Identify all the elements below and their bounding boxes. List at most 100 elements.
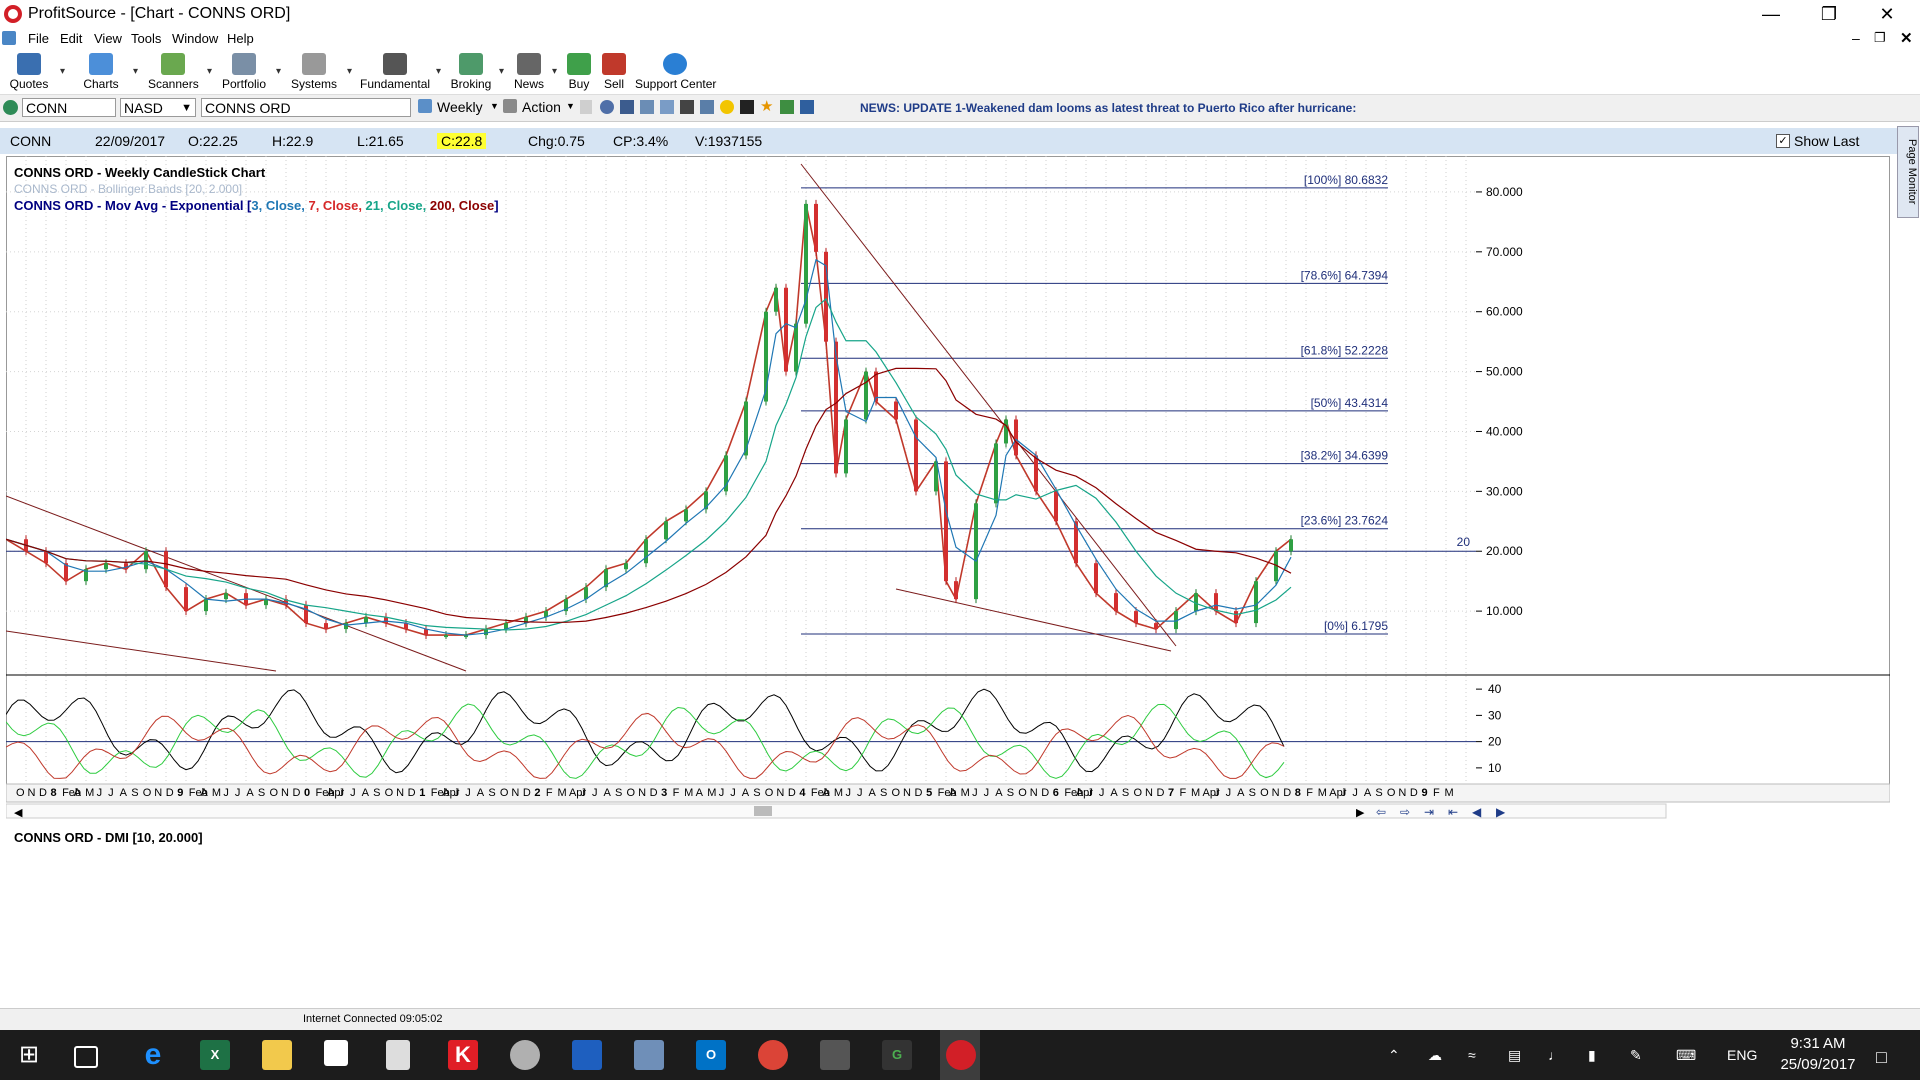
- fundamental-dropdown-icon[interactable]: ▾: [436, 66, 441, 77]
- alert-bulb-icon[interactable]: [720, 100, 734, 114]
- edge-icon[interactable]: e: [138, 1040, 168, 1070]
- profitsource-logo-icon: [4, 5, 22, 23]
- scanners-dropdown-icon[interactable]: ▾: [207, 66, 212, 77]
- close-icon[interactable]: ✕: [1864, 2, 1910, 26]
- copy-tool-icon[interactable]: [660, 100, 674, 114]
- zoom-tool-icon[interactable]: [620, 100, 634, 114]
- calculator-icon[interactable]: [386, 1040, 410, 1070]
- page-monitor-tab[interactable]: Page Monitor: [1897, 126, 1919, 218]
- x-tick-label: S: [880, 787, 887, 799]
- chart-navigation-icon[interactable]: ⇤: [1448, 805, 1458, 819]
- clock-time[interactable]: 9:31 AM: [1778, 1035, 1858, 1052]
- go-icon[interactable]: [3, 100, 18, 115]
- blank-tool-icon[interactable]: [580, 100, 592, 114]
- task-view-icon[interactable]: [74, 1046, 98, 1068]
- camera-app-icon[interactable]: [820, 1040, 850, 1070]
- menu-edit[interactable]: Edit: [60, 31, 82, 46]
- print-tool-icon[interactable]: [640, 100, 654, 114]
- keyboard-icon[interactable]: ⌨: [1676, 1047, 1696, 1064]
- price-chart[interactable]: 80.000 70.000 60.000 50.000 40.000 30.000 20.0…: [5, 156, 1891, 996]
- scanners-button[interactable]: Scanners: [148, 50, 199, 94]
- security-name-field[interactable]: CONNS ORD: [201, 98, 411, 117]
- chart-navigation-icon[interactable]: ⇨: [1400, 805, 1410, 819]
- news-ticker[interactable]: NEWS: UPDATE 1-Weakened dam looms as lat…: [860, 101, 1356, 115]
- menu-help[interactable]: Help: [227, 31, 254, 46]
- quotes-dropdown-icon[interactable]: ▾: [60, 66, 65, 77]
- x-tick-label: F: [673, 787, 680, 799]
- systems-button[interactable]: Systems: [290, 50, 338, 94]
- tray-device-icon[interactable]: ▤: [1508, 1047, 1521, 1064]
- mdi-restore-icon[interactable]: ❐: [1874, 30, 1886, 46]
- pen-icon[interactable]: ✎: [1630, 1047, 1642, 1064]
- menu-view[interactable]: View: [94, 31, 122, 46]
- x-tick-label: D: [523, 787, 531, 799]
- binoculars-icon[interactable]: [740, 100, 754, 114]
- chart-navigation-icon[interactable]: ◀: [1472, 805, 1482, 819]
- sell-button[interactable]: Sell: [600, 50, 628, 94]
- action-dropdown[interactable]: Action: [522, 99, 561, 115]
- candle-body: [364, 617, 368, 624]
- wifi-icon[interactable]: ≈: [1468, 1047, 1476, 1063]
- period-dropdown-icon[interactable]: ▼: [490, 101, 499, 111]
- x-tick-label: J: [719, 787, 725, 799]
- symbol-input[interactable]: CONN: [22, 98, 116, 117]
- period-dropdown[interactable]: Weekly: [437, 99, 483, 115]
- tray-app-icon[interactable]: ☁: [1428, 1047, 1442, 1064]
- menu-window[interactable]: Window: [172, 31, 218, 46]
- broking-button[interactable]: Broking: [450, 50, 492, 94]
- portfolio-button[interactable]: Portfolio: [220, 50, 268, 94]
- fundamental-button[interactable]: Fundamental: [360, 50, 430, 94]
- x-tick-label: J: [1226, 787, 1232, 799]
- exchange-select[interactable]: NASD ▼: [120, 98, 196, 117]
- buy-button[interactable]: Buy: [565, 50, 593, 94]
- news-dropdown-icon[interactable]: ▾: [552, 66, 557, 77]
- outlook-icon[interactable]: O: [696, 1040, 726, 1070]
- volume-icon[interactable]: ♩: [1548, 1047, 1562, 1063]
- notifications-icon[interactable]: □: [1876, 1047, 1887, 1068]
- scroll-right-icon[interactable]: ▶: [1356, 807, 1365, 819]
- kaspersky-icon[interactable]: K: [448, 1040, 478, 1070]
- crosshair-icon[interactable]: [600, 100, 614, 114]
- portfolio-dropdown-icon[interactable]: ▾: [276, 66, 281, 77]
- restore-icon[interactable]: ❐: [1806, 2, 1852, 26]
- globe-app-icon[interactable]: [510, 1040, 540, 1070]
- file-explorer-icon[interactable]: [262, 1040, 292, 1070]
- mdi-close-icon[interactable]: ✕: [1900, 29, 1913, 47]
- draw-tool-icon[interactable]: [680, 100, 694, 114]
- menu-tools[interactable]: Tools: [131, 31, 161, 46]
- chrome-icon[interactable]: [758, 1040, 788, 1070]
- broking-dropdown-icon[interactable]: ▾: [499, 66, 504, 77]
- language-indicator[interactable]: ENG: [1727, 1047, 1757, 1063]
- chart-navigation-icon[interactable]: ⇥: [1424, 805, 1434, 819]
- go-app-icon[interactable]: G: [882, 1040, 912, 1070]
- charts-dropdown-icon[interactable]: ▾: [133, 66, 138, 77]
- systems-dropdown-icon[interactable]: ▾: [347, 66, 352, 77]
- windows-start-icon[interactable]: ⊞: [14, 1040, 44, 1070]
- network-app-icon[interactable]: [634, 1040, 664, 1070]
- store-icon[interactable]: [324, 1040, 348, 1066]
- defender-icon[interactable]: [572, 1040, 602, 1070]
- star-icon[interactable]: ★: [760, 99, 774, 114]
- x-tick-label: N: [1398, 787, 1406, 799]
- chart-area[interactable]: 80.000 70.000 60.000 50.000 40.000 30.000 20.0…: [5, 156, 1891, 996]
- excel-icon[interactable]: X: [200, 1040, 230, 1070]
- line-tool-icon[interactable]: [700, 100, 714, 114]
- support-center-button[interactable]: Support Center: [635, 50, 716, 94]
- scroll-left-icon[interactable]: ◀: [14, 807, 23, 819]
- chart-navigation-icon[interactable]: ▶: [1496, 805, 1506, 819]
- charts-button[interactable]: Charts: [78, 50, 124, 94]
- quotes-button[interactable]: Quotes: [6, 50, 52, 94]
- show-last-checkbox[interactable]: ✓: [1776, 134, 1790, 148]
- clock-date[interactable]: 25/09/2017: [1772, 1056, 1864, 1073]
- candle-body: [424, 629, 428, 636]
- minimize-icon[interactable]: —: [1748, 2, 1794, 26]
- chart-navigation-icon[interactable]: ⇦: [1376, 805, 1386, 819]
- mdi-minimize-icon[interactable]: –: [1852, 30, 1860, 46]
- battery-icon[interactable]: ▮: [1588, 1047, 1596, 1064]
- action-dropdown-icon[interactable]: ▼: [566, 101, 575, 111]
- menu-file[interactable]: File: [28, 31, 49, 46]
- news-tool-icon[interactable]: [800, 100, 814, 114]
- news-button[interactable]: News: [512, 50, 546, 94]
- tray-chevron-up-icon[interactable]: ⌃: [1388, 1047, 1400, 1064]
- trade-tool-icon[interactable]: [780, 100, 794, 114]
